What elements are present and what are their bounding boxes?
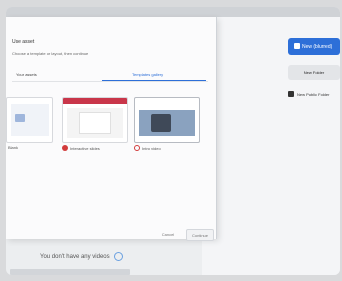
- template-thumbnail-blank[interactable]: [6, 97, 53, 143]
- thumbnail-accent: [15, 114, 25, 122]
- main-panel: [202, 17, 340, 275]
- template-thumbnail-video[interactable]: [134, 97, 200, 143]
- template-dialog: Use asset Choose a template or layout, t…: [6, 17, 217, 241]
- continue-button[interactable]: Continue: [186, 229, 214, 241]
- bottom-toolbar: [10, 269, 130, 275]
- record-outline-icon: [134, 145, 140, 151]
- tab-templates[interactable]: Templates gallery: [132, 72, 163, 77]
- caption-blank-label: Blank: [8, 145, 19, 150]
- new-folder-label: New Folder: [303, 70, 325, 75]
- caption-video-label: Intro video: [142, 145, 161, 151]
- new-public-folder-label: New Public Folder: [297, 91, 330, 97]
- screen: New (blurred) New Folder New Public Fold…: [6, 7, 340, 275]
- caption-blank: Blank: [8, 145, 18, 150]
- caption-video: Intro video: [134, 145, 161, 151]
- tabs-divider: [12, 81, 208, 82]
- thumbnail-subject: [151, 114, 171, 132]
- thumbnail-header: [63, 98, 127, 104]
- plus-icon: [294, 43, 300, 49]
- new-folder-button[interactable]: New Folder: [288, 65, 340, 80]
- dialog-subtitle: Choose a template or layout, then contin…: [12, 51, 89, 56]
- cancel-button[interactable]: Cancel: [156, 229, 180, 239]
- new-public-folder-item[interactable]: New Public Folder: [288, 89, 340, 99]
- window-topbar: [6, 7, 340, 17]
- dialog-title: Use asset: [12, 39, 35, 45]
- smile-icon: [113, 252, 123, 261]
- new-button-label: New (blurred): [302, 43, 333, 50]
- tab-assets[interactable]: Your assets: [16, 72, 37, 77]
- record-icon: [62, 145, 68, 151]
- folder-icon: [288, 91, 294, 97]
- active-tab-indicator: [102, 80, 206, 81]
- caption-interactive-label: Interactive slides: [70, 145, 100, 151]
- new-button[interactable]: New (blurred): [288, 38, 340, 55]
- template-thumbnail-interactive[interactable]: [62, 97, 128, 143]
- caption-interactive: Interactive slides: [62, 145, 100, 151]
- empty-state-message: You don't have any videos: [40, 252, 123, 261]
- empty-state-text: You don't have any videos: [40, 253, 110, 260]
- thumbnail-card: [79, 112, 111, 134]
